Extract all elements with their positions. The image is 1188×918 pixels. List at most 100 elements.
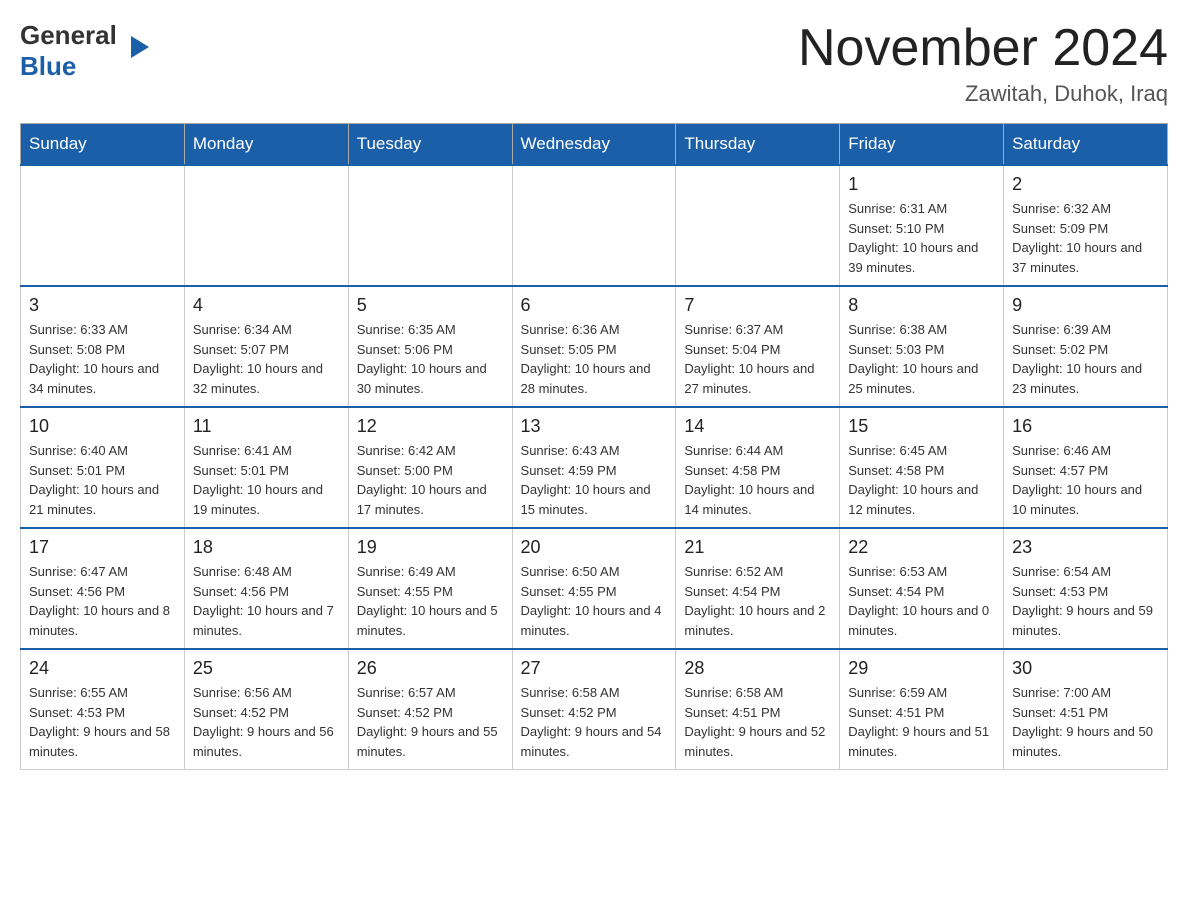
day-number: 27 <box>521 658 668 679</box>
sun-info: Sunrise: 7:00 AM Sunset: 4:51 PM Dayligh… <box>1012 683 1159 761</box>
sun-info: Sunrise: 6:40 AM Sunset: 5:01 PM Dayligh… <box>29 441 176 519</box>
calendar-cell: 23 Sunrise: 6:54 AM Sunset: 4:53 PM Dayli… <box>1004 528 1168 649</box>
month-title: November 2024 <box>798 20 1168 77</box>
sun-info: Sunrise: 6:57 AM Sunset: 4:52 PM Dayligh… <box>357 683 504 761</box>
calendar-cell: 18Sunrise: 6:48 AM Sunset: 4:56 PM Dayli… <box>184 528 348 649</box>
calendar-cell: 25 Sunrise: 6:56 AM Sunset: 4:52 PM Dayli… <box>184 649 348 770</box>
sun-info: Sunrise: 6:59 AM Sunset: 4:51 PM Dayligh… <box>848 683 995 761</box>
day-number: 30 <box>1012 658 1159 679</box>
sun-info: Sunrise: 6:50 AM Sunset: 4:55 PM Dayligh… <box>521 562 668 640</box>
calendar-cell: 14 Sunrise: 6:44 AM Sunset: 4:58 PM Dayli… <box>676 407 840 528</box>
sun-info: Sunrise: 6:45 AM Sunset: 4:58 PM Dayligh… <box>848 441 995 519</box>
calendar-header-row: Sunday Monday Tuesday Wednesday Thursday… <box>21 124 1168 166</box>
col-saturday: Saturday <box>1004 124 1168 166</box>
calendar-cell: 24 Sunrise: 6:55 AM Sunset: 4:53 PM Dayli… <box>21 649 185 770</box>
week-row-2: 3 Sunrise: 6:33 AM Sunset: 5:08 PM Daylig… <box>21 286 1168 407</box>
calendar-cell <box>348 165 512 286</box>
day-number: 3 <box>29 295 176 316</box>
sun-info: Sunrise: 6:31 AM Sunset: 5:10 PM Dayligh… <box>848 199 995 277</box>
calendar-cell: 10 Sunrise: 6:40 AM Sunset: 5:01 PM Dayli… <box>21 407 185 528</box>
day-number: 12 <box>357 416 504 437</box>
day-number: 16 <box>1012 416 1159 437</box>
sun-info: Sunrise: 6:44 AM Sunset: 4:58 PM Dayligh… <box>684 441 831 519</box>
title-area: November 2024 Zawitah, Duhok, Iraq <box>798 20 1168 107</box>
sun-info: Sunrise: 6:38 AM Sunset: 5:03 PM Dayligh… <box>848 320 995 398</box>
day-number: 5 <box>357 295 504 316</box>
day-number: 4 <box>193 295 340 316</box>
calendar-cell: 9 Sunrise: 6:39 AM Sunset: 5:02 PM Daylig… <box>1004 286 1168 407</box>
day-number: 17 <box>29 537 176 558</box>
week-row-3: 10 Sunrise: 6:40 AM Sunset: 5:01 PM Dayli… <box>21 407 1168 528</box>
col-sunday: Sunday <box>21 124 185 166</box>
day-number: 21 <box>684 537 831 558</box>
day-number: 22 <box>848 537 995 558</box>
col-wednesday: Wednesday <box>512 124 676 166</box>
calendar-cell: 13 Sunrise: 6:43 AM Sunset: 4:59 PM Dayli… <box>512 407 676 528</box>
week-row-4: 17 Sunrise: 6:47 AM Sunset: 4:56 PM Dayli… <box>21 528 1168 649</box>
calendar-cell: 4Sunrise: 6:34 AM Sunset: 5:07 PM Daylig… <box>184 286 348 407</box>
calendar-cell: 5 Sunrise: 6:35 AM Sunset: 5:06 PM Daylig… <box>348 286 512 407</box>
col-friday: Friday <box>840 124 1004 166</box>
calendar-cell: 3 Sunrise: 6:33 AM Sunset: 5:08 PM Daylig… <box>21 286 185 407</box>
calendar-cell: 7Sunrise: 6:37 AM Sunset: 5:04 PM Daylig… <box>676 286 840 407</box>
calendar-cell: 26 Sunrise: 6:57 AM Sunset: 4:52 PM Dayli… <box>348 649 512 770</box>
day-number: 13 <box>521 416 668 437</box>
day-number: 8 <box>848 295 995 316</box>
calendar-cell: 27 Sunrise: 6:58 AM Sunset: 4:52 PM Dayli… <box>512 649 676 770</box>
sun-info: Sunrise: 6:37 AM Sunset: 5:04 PM Dayligh… <box>684 320 831 398</box>
calendar-cell: 22Sunrise: 6:53 AM Sunset: 4:54 PM Dayli… <box>840 528 1004 649</box>
logo-blue-text: Blue <box>20 51 76 81</box>
calendar-cell: 28Sunrise: 6:58 AM Sunset: 4:51 PM Dayli… <box>676 649 840 770</box>
sun-info: Sunrise: 6:54 AM Sunset: 4:53 PM Dayligh… <box>1012 562 1159 640</box>
sun-info: Sunrise: 6:47 AM Sunset: 4:56 PM Dayligh… <box>29 562 176 640</box>
sun-info: Sunrise: 6:32 AM Sunset: 5:09 PM Dayligh… <box>1012 199 1159 277</box>
calendar-cell: 1Sunrise: 6:31 AM Sunset: 5:10 PM Daylig… <box>840 165 1004 286</box>
sun-info: Sunrise: 6:43 AM Sunset: 4:59 PM Dayligh… <box>521 441 668 519</box>
calendar-cell: 2 Sunrise: 6:32 AM Sunset: 5:09 PM Daylig… <box>1004 165 1168 286</box>
sun-info: Sunrise: 6:39 AM Sunset: 5:02 PM Dayligh… <box>1012 320 1159 398</box>
day-number: 19 <box>357 537 504 558</box>
day-number: 20 <box>521 537 668 558</box>
sun-info: Sunrise: 6:36 AM Sunset: 5:05 PM Dayligh… <box>521 320 668 398</box>
day-number: 2 <box>1012 174 1159 195</box>
week-row-1: 1Sunrise: 6:31 AM Sunset: 5:10 PM Daylig… <box>21 165 1168 286</box>
sun-info: Sunrise: 6:58 AM Sunset: 4:52 PM Dayligh… <box>521 683 668 761</box>
sun-info: Sunrise: 6:52 AM Sunset: 4:54 PM Dayligh… <box>684 562 831 640</box>
calendar-table: Sunday Monday Tuesday Wednesday Thursday… <box>20 123 1168 770</box>
calendar-cell: 11 Sunrise: 6:41 AM Sunset: 5:01 PM Dayli… <box>184 407 348 528</box>
calendar-cell <box>21 165 185 286</box>
sun-info: Sunrise: 6:41 AM Sunset: 5:01 PM Dayligh… <box>193 441 340 519</box>
calendar-cell <box>184 165 348 286</box>
day-number: 18 <box>193 537 340 558</box>
day-number: 11 <box>193 416 340 437</box>
day-number: 26 <box>357 658 504 679</box>
sun-info: Sunrise: 6:33 AM Sunset: 5:08 PM Dayligh… <box>29 320 176 398</box>
day-number: 28 <box>684 658 831 679</box>
col-tuesday: Tuesday <box>348 124 512 166</box>
day-number: 29 <box>848 658 995 679</box>
calendar-cell: 21 Sunrise: 6:52 AM Sunset: 4:54 PM Dayli… <box>676 528 840 649</box>
sun-info: Sunrise: 6:55 AM Sunset: 4:53 PM Dayligh… <box>29 683 176 761</box>
col-monday: Monday <box>184 124 348 166</box>
day-number: 6 <box>521 295 668 316</box>
calendar-cell: 15Sunrise: 6:45 AM Sunset: 4:58 PM Dayli… <box>840 407 1004 528</box>
sun-info: Sunrise: 6:35 AM Sunset: 5:06 PM Dayligh… <box>357 320 504 398</box>
sun-info: Sunrise: 6:56 AM Sunset: 4:52 PM Dayligh… <box>193 683 340 761</box>
day-number: 24 <box>29 658 176 679</box>
calendar-cell: 6 Sunrise: 6:36 AM Sunset: 5:05 PM Daylig… <box>512 286 676 407</box>
page-header: General Blue November 2024 Zawitah, Duho… <box>20 20 1168 107</box>
calendar-cell: 29 Sunrise: 6:59 AM Sunset: 4:51 PM Dayli… <box>840 649 1004 770</box>
calendar-cell: 19Sunrise: 6:49 AM Sunset: 4:55 PM Dayli… <box>348 528 512 649</box>
calendar-cell: 20 Sunrise: 6:50 AM Sunset: 4:55 PM Dayli… <box>512 528 676 649</box>
day-number: 25 <box>193 658 340 679</box>
day-number: 9 <box>1012 295 1159 316</box>
logo: General Blue <box>20 20 131 82</box>
day-number: 23 <box>1012 537 1159 558</box>
calendar-cell: 17 Sunrise: 6:47 AM Sunset: 4:56 PM Dayli… <box>21 528 185 649</box>
day-number: 10 <box>29 416 176 437</box>
day-number: 14 <box>684 416 831 437</box>
sun-info: Sunrise: 6:42 AM Sunset: 5:00 PM Dayligh… <box>357 441 504 519</box>
calendar-cell: 30 Sunrise: 7:00 AM Sunset: 4:51 PM Dayli… <box>1004 649 1168 770</box>
calendar-cell: 12 Sunrise: 6:42 AM Sunset: 5:00 PM Dayli… <box>348 407 512 528</box>
col-thursday: Thursday <box>676 124 840 166</box>
